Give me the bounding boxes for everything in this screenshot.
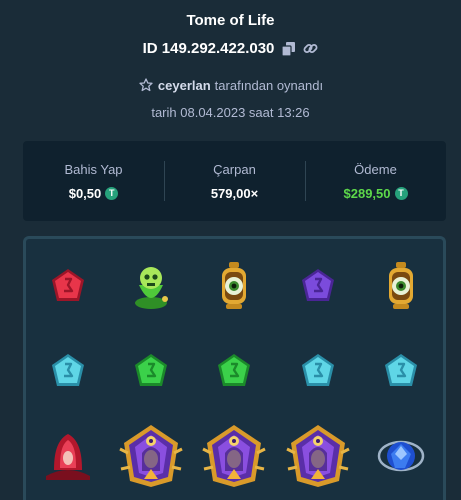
bet-date: tarih 08.04.2023 saat 13:26: [151, 105, 310, 120]
cyan-rune-gem-icon: [301, 353, 334, 386]
goddess-emblem-symbol: [109, 413, 192, 498]
reel-grid: [26, 243, 443, 498]
green-rune-gem-symbol: [109, 328, 192, 413]
red-rune-gem-symbol: [26, 243, 109, 328]
bet-id-row: ID 149.292.422.030: [0, 40, 461, 57]
blue-crystal-orb-symbol: [360, 413, 443, 498]
cyan-rune-gem-icon: [51, 353, 84, 386]
link-icon[interactable]: [302, 41, 318, 57]
tether-coin-icon: T: [394, 186, 408, 200]
stat-bet-value: $0,50: [68, 185, 102, 201]
star-icon: [138, 77, 154, 93]
stat-payout-value-row: $289,50 T: [305, 186, 446, 201]
goddess-emblem-icon: [286, 424, 350, 487]
goddess-emblem-symbol: [193, 413, 276, 498]
copy-icon[interactable]: [280, 41, 296, 57]
golden-eye-lantern-symbol: [193, 243, 276, 328]
goddess-emblem-icon: [202, 424, 267, 487]
tether-coin-icon: T: [105, 186, 119, 200]
bet-id: ID 149.292.422.030: [142, 40, 275, 57]
stat-bet-label: Bahis Yap: [64, 161, 123, 177]
green-skull-potion-symbol: [109, 243, 192, 328]
purple-rune-gem-symbol: [276, 243, 359, 328]
stat-multiplier-value: 579,00×: [210, 185, 259, 201]
stat-multiplier-label: Çarpan: [213, 161, 256, 177]
stat-payout-label: Ödeme: [354, 161, 397, 177]
stat-payout: Ödeme $289,50 T: [305, 153, 446, 209]
goddess-emblem-icon: [119, 424, 183, 487]
stat-payout-value: $289,50: [343, 185, 391, 201]
golden-eye-lantern-icon: [222, 261, 247, 309]
cyan-rune-gem-symbol: [26, 328, 109, 413]
red-rune-gem-icon: [51, 268, 84, 301]
goddess-emblem-symbol: [276, 413, 359, 498]
green-skull-potion-icon: [135, 266, 169, 309]
golden-eye-lantern-icon: [389, 261, 414, 309]
player-name[interactable]: ceyerlan: [158, 78, 211, 93]
red-witch-portrait-icon: [45, 433, 90, 480]
cyan-rune-gem-icon: [385, 353, 418, 386]
game-title[interactable]: Tome of Life: [0, 12, 461, 30]
stat-bet: Bahis Yap $0,50 T: [23, 153, 164, 209]
green-rune-gem-symbol: [193, 328, 276, 413]
stat-bet-value-row: $0,50 T: [23, 186, 164, 201]
bet-header: Tome of Life ID 149.292.422.030 ceyerlan…: [0, 0, 461, 120]
cyan-rune-gem-symbol: [360, 328, 443, 413]
slot-board: [23, 236, 446, 500]
green-rune-gem-icon: [135, 353, 168, 386]
stat-multiplier: Çarpan 579,00×: [164, 153, 305, 209]
blue-crystal-orb-icon: [378, 440, 425, 471]
cyan-rune-gem-symbol: [276, 328, 359, 413]
player-row: ceyerlan tarafından oynandı: [0, 77, 461, 93]
golden-eye-lantern-symbol: [360, 243, 443, 328]
red-witch-portrait-symbol: [26, 413, 109, 498]
green-rune-gem-icon: [218, 353, 251, 386]
player-suffix: tarafından oynandı: [214, 77, 324, 93]
bet-stats-panel: Bahis Yap $0,50 T Çarpan 579,00× Ödeme $…: [23, 141, 446, 221]
purple-rune-gem-icon: [301, 268, 334, 301]
